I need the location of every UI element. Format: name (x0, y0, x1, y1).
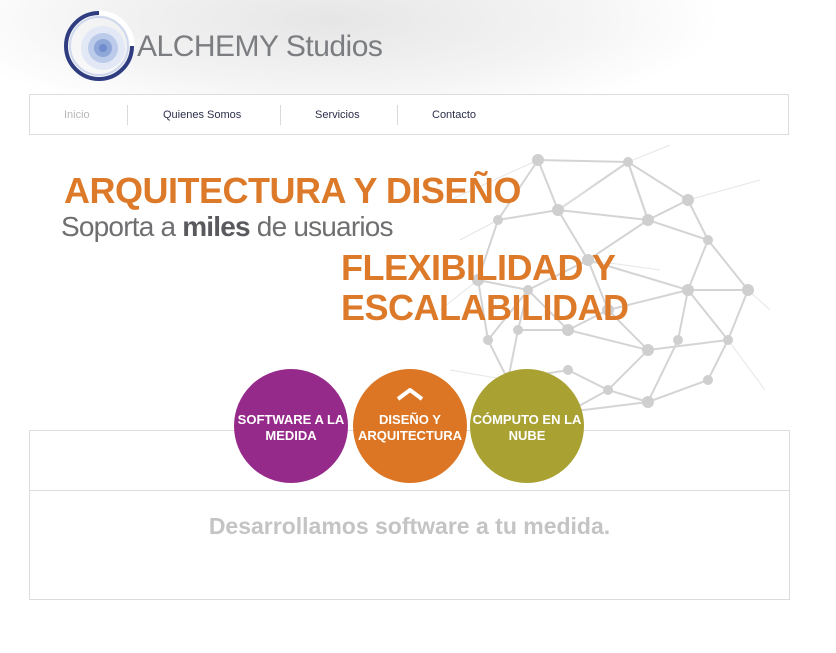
content-panel-bottom (29, 581, 790, 600)
brand-name-light: Studios (285, 30, 383, 63)
feature-diseno-y-arquitectura-button[interactable]: DISEÑO Y ARQUITECTURA (353, 369, 467, 483)
hero-subheadline-bold: miles (182, 211, 250, 242)
nav-item-quienes-somos[interactable]: Quienes Somos (163, 95, 241, 134)
hero-headline: ARQUITECTURA Y DISEÑO (64, 170, 521, 211)
content-panel: Desarrollamos software a tu medida. (29, 490, 790, 582)
hero-secondary-line-1: FLEXIBILIDAD Y (341, 247, 616, 288)
tagline: Desarrollamos software a tu medida. (208, 513, 611, 539)
feature-computo-en-la-nube-button[interactable]: CÓMPUTO EN LA NUBE (470, 369, 584, 483)
hero-secondary-headline: FLEXIBILIDAD Y ESCALABILIDAD (341, 248, 629, 328)
hero-subheadline-post: de usuarios (249, 211, 394, 242)
feature-label: SOFTWARE A LA MEDIDA (237, 412, 345, 443)
brand-logo[interactable]: ALCHEMY Studios (63, 10, 393, 82)
alchemy-ring-logo-icon (64, 10, 135, 81)
chevron-up-icon (396, 388, 424, 401)
feature-software-a-la-medida-button[interactable]: SOFTWARE A LA MEDIDA (234, 369, 348, 483)
feature-label: DISEÑO Y ARQUITECTURA (358, 412, 462, 443)
hero-subheadline-pre: Soporta a (61, 211, 183, 242)
nav-item-inicio[interactable]: Inicio (64, 95, 90, 134)
nav-divider (127, 105, 128, 125)
nav-divider (397, 105, 398, 125)
main-nav: Inicio Quienes Somos Servicios Contacto (29, 94, 789, 135)
brand-name: ALCHEMY Studios (137, 30, 383, 64)
nav-item-servicios[interactable]: Servicios (315, 95, 360, 134)
hero-subheadline: Soporta a miles de usuarios (61, 211, 394, 243)
hero-secondary-line-2: ESCALABILIDAD (341, 287, 629, 328)
feature-label: CÓMPUTO EN LA NUBE (472, 412, 582, 443)
nav-item-contacto[interactable]: Contacto (432, 95, 476, 134)
nav-divider (280, 105, 281, 125)
brand-name-bold: ALCHEMY (137, 30, 279, 63)
